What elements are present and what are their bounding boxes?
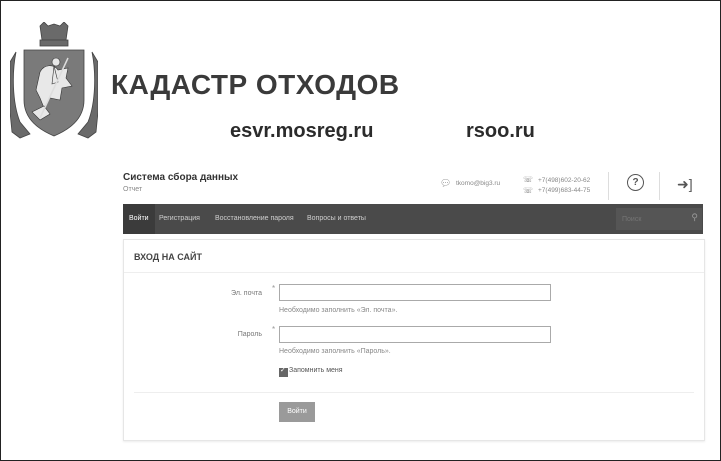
- site-link-rsoo[interactable]: rsoo.ru: [466, 120, 535, 143]
- chat-bubble-icon: 💬︎: [440, 178, 452, 188]
- header-divider: [659, 172, 660, 200]
- password-label: Пароль: [237, 331, 262, 338]
- contact-phone-2: +7(499)683-44-75: [538, 187, 591, 194]
- login-panel: ВХОД НА САЙТ Эл. почта * Необходимо запо…: [123, 239, 705, 441]
- required-marker: *: [272, 284, 276, 293]
- nav-item-register[interactable]: Регистрация: [159, 204, 200, 234]
- nav-search: ⚲: [616, 208, 702, 230]
- divider: [134, 392, 694, 393]
- nav-item-faq[interactable]: Вопросы и ответы: [307, 204, 366, 234]
- site-link-esvr[interactable]: esvr.mosreg.ru: [230, 120, 373, 143]
- help-icon[interactable]: ?: [627, 174, 644, 191]
- password-error-hint: Необходимо заполнить «Пароль».: [279, 348, 391, 355]
- search-input[interactable]: [616, 208, 698, 230]
- nav-item-password-recovery[interactable]: Восстановление пароля: [215, 204, 294, 234]
- contact-email[interactable]: tkomo@big3.ru: [456, 180, 500, 187]
- phone-icon: ☏: [523, 186, 534, 195]
- required-marker: *: [272, 325, 276, 334]
- main-navbar: Войти Регистрация Восстановление пароля …: [123, 204, 703, 234]
- remember-me-checkbox[interactable]: [279, 366, 288, 377]
- divider: [124, 272, 704, 273]
- remember-me-label[interactable]: Запомнить меня: [289, 367, 343, 374]
- sign-in-icon[interactable]: ➜]: [677, 176, 693, 193]
- search-icon[interactable]: ⚲: [691, 212, 698, 223]
- email-label: Эл. почта: [231, 290, 262, 297]
- app-title: Система сбора данных: [123, 172, 239, 183]
- login-heading: ВХОД НА САЙТ: [134, 252, 202, 262]
- email-field[interactable]: [279, 284, 551, 301]
- app-subtitle: Отчет: [123, 186, 143, 193]
- password-field[interactable]: [279, 326, 551, 343]
- page-title: КАДАСТР ОТХОДОВ: [111, 69, 400, 100]
- contact-phone-1: +7(498)602-20-62: [538, 177, 591, 184]
- phone-icon: ☏: [523, 175, 534, 184]
- header-divider: [608, 172, 609, 200]
- nav-item-login[interactable]: Войти: [123, 204, 155, 234]
- email-error-hint: Необходимо заполнить «Эл. почта».: [279, 307, 398, 314]
- moscow-oblast-coat-of-arms: [10, 22, 98, 139]
- login-submit-button[interactable]: Войти: [279, 402, 315, 422]
